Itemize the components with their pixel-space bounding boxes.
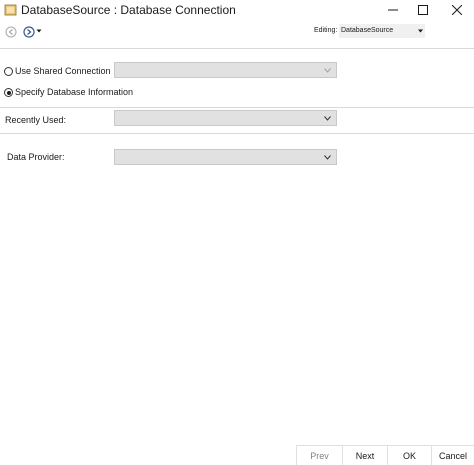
use-shared-connection-radio[interactable]	[4, 67, 13, 76]
history-dropdown-icon[interactable]	[36, 28, 42, 34]
recently-used-divider	[0, 133, 474, 134]
chevron-down-icon	[418, 29, 423, 33]
editing-select[interactable]: DatabaseSource	[339, 24, 425, 38]
chevron-down-icon	[324, 68, 331, 73]
recently-used-label: Recently Used:	[5, 115, 67, 125]
close-icon	[452, 5, 462, 15]
title-bar: DatabaseSource : Database Connection	[0, 0, 474, 20]
maximize-icon	[418, 5, 428, 15]
toolbar-divider	[0, 48, 474, 49]
prev-button-label: Prev	[310, 450, 329, 461]
recently-used-select[interactable]	[114, 110, 337, 126]
ok-button-label: OK	[402, 450, 416, 461]
ok-button[interactable]: OK	[387, 445, 431, 465]
shared-connection-select[interactable]	[114, 62, 337, 78]
next-button[interactable]: Next	[342, 445, 387, 465]
minimize-button[interactable]	[378, 0, 408, 20]
editing-label: Editing:	[314, 27, 338, 34]
forward-arrow-icon[interactable]	[23, 26, 35, 38]
prev-button[interactable]: Prev	[296, 445, 342, 465]
data-provider-label: Data Provider:	[7, 152, 65, 162]
chevron-down-icon	[324, 155, 331, 160]
chevron-down-icon	[324, 116, 331, 121]
cancel-button-label: Cancel	[438, 450, 467, 461]
data-provider-select[interactable]	[114, 149, 337, 165]
connection-divider	[0, 107, 474, 108]
close-button[interactable]	[442, 0, 472, 20]
next-button-label: Next	[355, 450, 375, 461]
specify-database-radio[interactable]	[4, 88, 13, 97]
editing-select-value: DatabaseSource	[341, 27, 394, 34]
database-source-icon	[4, 4, 17, 16]
cancel-button[interactable]: Cancel	[431, 445, 474, 465]
dialog-button-bar: Prev Next OK Cancel	[296, 445, 474, 465]
minimize-icon	[388, 9, 398, 11]
back-arrow-icon[interactable]	[5, 26, 17, 38]
specify-database-label: Specify Database Information	[15, 87, 134, 97]
use-shared-connection-label: Use Shared Connection	[15, 66, 111, 76]
window-title: DatabaseSource : Database Connection	[21, 3, 236, 17]
maximize-button[interactable]	[408, 0, 438, 20]
